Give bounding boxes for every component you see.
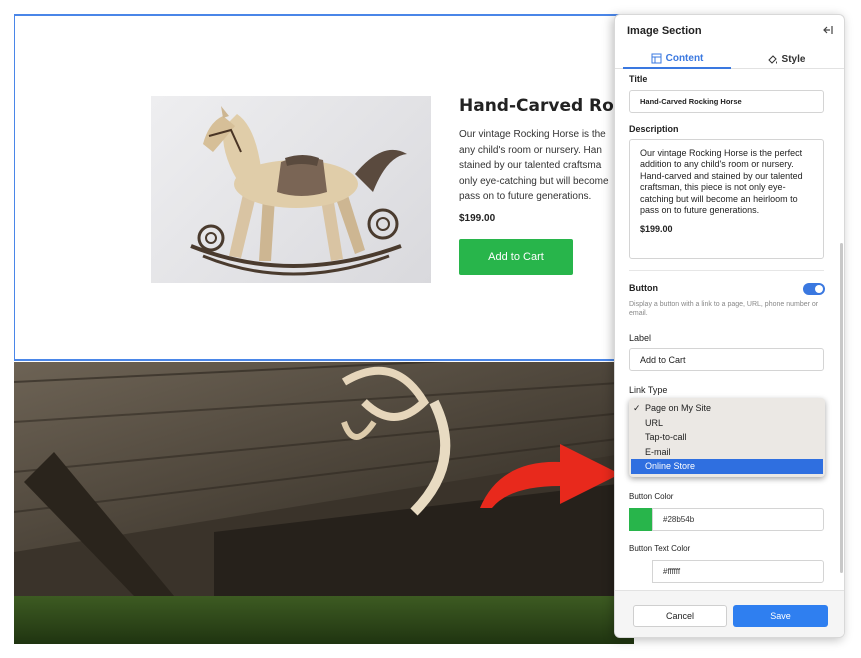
link-type-option[interactable]: URL bbox=[629, 416, 825, 431]
title-input[interactable]: Hand-Carved Rocking Horse bbox=[629, 90, 824, 113]
button-color-hex: #28b54b bbox=[663, 515, 695, 524]
tab-content-label: Content bbox=[665, 52, 704, 64]
panel-tabs: Content Style bbox=[615, 47, 844, 69]
grass-strip bbox=[14, 596, 634, 644]
product-description: Our vintage Rocking Horse is the any chi… bbox=[459, 127, 619, 205]
button-help-text: Display a button with a link to a page, … bbox=[629, 301, 819, 317]
button-color-label: Button Color bbox=[629, 492, 674, 501]
panel-scrollbar[interactable] bbox=[840, 243, 843, 573]
description-price: $199.00 bbox=[640, 224, 673, 235]
button-section-label: Button bbox=[629, 283, 658, 293]
paint-bucket-icon bbox=[767, 54, 777, 64]
rocking-horse-illustration bbox=[190, 106, 407, 276]
button-text-color-hex: #ffffff bbox=[663, 567, 681, 576]
description-text: Our vintage Rocking Horse is the perfect… bbox=[640, 148, 803, 216]
image-section-preview[interactable]: Hand-Carved Rock Our vintage Rocking Hor… bbox=[14, 14, 636, 361]
button-color-field[interactable]: #28b54b bbox=[629, 508, 824, 531]
link-type-option[interactable]: E-mail bbox=[629, 445, 825, 460]
save-button[interactable]: Save bbox=[733, 605, 828, 627]
panel-header: Image Section bbox=[615, 15, 844, 39]
toggle-knob bbox=[815, 285, 823, 293]
cancel-button[interactable]: Cancel bbox=[633, 605, 727, 627]
link-type-dropdown[interactable]: Page on My Site URL Tap-to-call E-mail O… bbox=[629, 398, 825, 477]
link-type-option[interactable]: Page on My Site bbox=[629, 401, 825, 416]
add-to-cart-button[interactable]: Add to Cart bbox=[459, 239, 573, 275]
tab-style[interactable]: Style bbox=[733, 49, 839, 69]
description-line: only eye-catching but will become bbox=[459, 175, 609, 187]
section-divider bbox=[629, 270, 824, 271]
tab-style-label: Style bbox=[781, 53, 806, 65]
editor-canvas: Hand-Carved Rock Our vintage Rocking Hor… bbox=[0, 0, 861, 658]
product-price: $199.00 bbox=[459, 213, 496, 224]
description-editor[interactable]: Our vintage Rocking Horse is the perfect… bbox=[629, 139, 824, 259]
label-field-label: Label bbox=[629, 333, 652, 343]
title-field-label: Title bbox=[629, 74, 648, 84]
description-line: Our vintage Rocking Horse is the bbox=[459, 129, 606, 140]
button-color-swatch[interactable] bbox=[629, 508, 653, 531]
button-label-input[interactable]: Add to Cart bbox=[629, 348, 824, 371]
red-arrow-annotation bbox=[480, 444, 620, 508]
link-type-option[interactable]: Tap-to-call bbox=[629, 430, 825, 445]
rocking-horse-image bbox=[151, 96, 431, 283]
panel-title: Image Section bbox=[627, 25, 702, 37]
button-text-color-swatch[interactable] bbox=[629, 560, 653, 583]
link-type-label: Link Type bbox=[629, 385, 668, 395]
product-title: Hand-Carved Rock bbox=[459, 96, 636, 116]
layout-icon bbox=[651, 53, 662, 63]
image-section-editor-panel: Image Section Content Style Title Hand-C… bbox=[614, 14, 845, 638]
tab-content[interactable]: Content bbox=[623, 49, 731, 69]
collapse-panel-icon[interactable] bbox=[822, 24, 834, 36]
description-line: stained by our talented craftsma bbox=[459, 160, 602, 171]
button-toggle[interactable] bbox=[803, 283, 825, 295]
link-type-option-online-store[interactable]: Online Store bbox=[631, 459, 823, 474]
description-field-label: Description bbox=[629, 124, 679, 134]
description-line: any child's room or nursery. Han bbox=[459, 144, 602, 156]
description-line: pass on to future generations. bbox=[459, 191, 592, 202]
button-text-color-label: Button Text Color bbox=[629, 544, 691, 553]
button-text-color-field[interactable]: #ffffff bbox=[629, 560, 824, 583]
panel-footer: Cancel Save bbox=[615, 590, 844, 637]
